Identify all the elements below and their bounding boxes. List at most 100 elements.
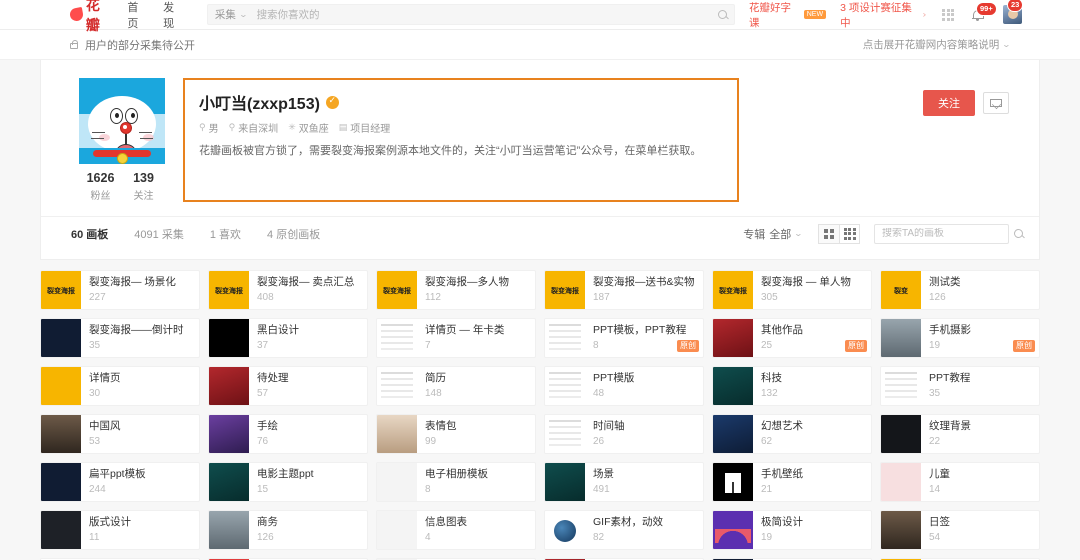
board-meta: 裂变海报——倒计时35 — [81, 319, 199, 357]
board-card[interactable]: 时间轴26 — [544, 414, 704, 454]
board-card[interactable]: 详情页30 — [40, 366, 200, 406]
promo-link-contests[interactable]: 3 项设计赛征集中 › — [840, 0, 926, 30]
board-meta: 场景491 — [585, 463, 703, 501]
board-card[interactable]: 裂变海报裂变海报 — 单人物305 — [712, 270, 872, 310]
tab-pins[interactable]: 4091 采集 — [134, 226, 184, 242]
board-card[interactable]: 手机摄影19原创 — [880, 318, 1040, 358]
policy-expand-link[interactable]: 点击展开花瓣网内容策略说明 ⌄ — [863, 37, 1010, 52]
board-card[interactable]: 裂变海报裂变海报— 场景化227 — [40, 270, 200, 310]
board-card[interactable]: PPT模板，PPT教程8原创 — [544, 318, 704, 358]
lock-icon — [70, 43, 78, 49]
grid-large-icon — [824, 229, 834, 239]
user-menu-button[interactable]: 23 — [1003, 5, 1022, 24]
board-meta: 黑白设计37 — [249, 319, 367, 357]
board-pin-count: 244 — [89, 484, 193, 495]
board-card[interactable]: 简历148 — [376, 366, 536, 406]
board-card[interactable]: 扁平ppt模板 244 — [40, 462, 200, 502]
board-card[interactable]: 儿童14 — [880, 462, 1040, 502]
board-card[interactable]: 中国风53 — [40, 414, 200, 454]
board-title: 电影主题ppt — [257, 468, 361, 481]
search-icon[interactable] — [1014, 229, 1023, 238]
site-logo[interactable]: 花瓣 — [70, 0, 113, 35]
board-card[interactable]: 裂变海报裂变海报—送书&实物187 — [544, 270, 704, 310]
board-card[interactable]: 裂变海报——倒计时35 — [40, 318, 200, 358]
board-title: 详情页 — 年卡类 — [425, 324, 529, 337]
board-title: 扁平ppt模板 — [89, 468, 193, 481]
board-card[interactable]: 科技132 — [712, 366, 872, 406]
board-card[interactable]: 表情包99 — [376, 414, 536, 454]
board-card[interactable]: 商务126 — [208, 510, 368, 550]
search-input[interactable] — [257, 9, 718, 21]
board-thumbnail — [209, 463, 249, 502]
board-meta: 详情页 — 年卡类7 — [417, 319, 535, 357]
original-badge: 原创 — [677, 340, 699, 352]
board-meta: 测试类126 — [921, 271, 1039, 309]
view-mode-small-button[interactable] — [839, 224, 860, 244]
follow-button[interactable]: 关注 — [923, 90, 975, 116]
board-grid: 裂变海报裂变海报— 场景化227裂变海报裂变海报— 卖点汇总408裂变海报裂变海… — [40, 260, 1040, 560]
board-title: 信息图表 — [425, 516, 529, 529]
board-title: 商务 — [257, 516, 361, 529]
promo2-label: 3 项设计赛征集中 — [840, 0, 920, 30]
chevron-down-icon: ⌄ — [1002, 40, 1011, 49]
board-meta: 商务126 — [249, 511, 367, 549]
board-card[interactable]: 手绘76 — [208, 414, 368, 454]
board-card[interactable]: GIF素材，动效82 — [544, 510, 704, 550]
profile-avatar[interactable] — [79, 78, 165, 164]
board-search[interactable] — [874, 224, 1009, 244]
view-mode-large-button[interactable] — [818, 224, 839, 244]
board-card[interactable]: 裂变测试类126 — [880, 270, 1040, 310]
search-icon[interactable] — [718, 10, 727, 19]
board-card[interactable]: 裂变海报裂变海报—多人物112 — [376, 270, 536, 310]
board-card[interactable]: PPT模版48 — [544, 366, 704, 406]
board-card[interactable]: 日签54 — [880, 510, 1040, 550]
tab-boards[interactable]: 60 画板 — [71, 226, 108, 242]
board-meta: 手绘76 — [249, 415, 367, 453]
message-button[interactable] — [983, 92, 1009, 114]
board-card[interactable]: 极简设计19 — [712, 510, 872, 550]
board-card[interactable]: 其他作品25原创 — [712, 318, 872, 358]
board-meta: 待处理57 — [249, 367, 367, 405]
board-thumbnail — [377, 367, 417, 406]
board-card[interactable]: 待处理57 — [208, 366, 368, 406]
nav-item-home[interactable]: 首页 — [127, 0, 149, 31]
board-search-input[interactable] — [882, 228, 1014, 239]
board-card[interactable]: 纹理背景22 — [880, 414, 1040, 454]
board-pin-count: 37 — [257, 340, 361, 351]
board-card[interactable]: 裂变海报裂变海报— 卖点汇总408 — [208, 270, 368, 310]
new-badge: NEW — [804, 10, 826, 19]
nav-item-discover[interactable]: 发现 — [163, 0, 185, 31]
grid-apps-icon[interactable] — [942, 9, 954, 21]
tab-likes[interactable]: 1 喜欢 — [210, 226, 241, 242]
page-body: 1626 粉丝 139 关注 小叮当(zxxp153) ⚲ — [0, 60, 1080, 560]
verified-badge-icon — [326, 96, 339, 109]
board-card[interactable]: 电影主题ppt15 — [208, 462, 368, 502]
board-card[interactable]: 场景491 — [544, 462, 704, 502]
stat-following[interactable]: 139 关注 — [122, 171, 165, 202]
global-search[interactable]: 采集 ⌄ — [207, 4, 735, 25]
board-card[interactable]: 详情页 — 年卡类7 — [376, 318, 536, 358]
board-thumbnail — [881, 415, 921, 454]
board-card[interactable]: 版式设计11 — [40, 510, 200, 550]
promo-link-calligraphy[interactable]: 花瓣好字课 NEW — [749, 0, 826, 30]
stat-followers[interactable]: 1626 粉丝 — [79, 171, 122, 202]
grid-small-icon — [844, 228, 856, 240]
tab-original-boards[interactable]: 4 原创画板 — [267, 226, 320, 242]
search-category-selector[interactable]: 采集 ⌄ — [215, 7, 247, 22]
board-title: 手机摄影 — [929, 324, 1033, 337]
board-card[interactable]: 电子相册模板8 — [376, 462, 536, 502]
board-pin-count: 187 — [593, 292, 697, 303]
board-card[interactable]: 信息图表4 — [376, 510, 536, 550]
board-card[interactable]: 黑白设计37 — [208, 318, 368, 358]
board-thumbnail: 裂变 — [881, 271, 921, 310]
board-title: 其他作品 — [761, 324, 865, 337]
notifications-button[interactable]: 99+ — [972, 9, 983, 20]
board-card[interactable]: PPT教程35 — [880, 366, 1040, 406]
search-category-label: 采集 — [215, 7, 236, 22]
board-card[interactable]: 手机壁纸21 — [712, 462, 872, 502]
board-thumbnail — [881, 463, 921, 502]
board-card[interactable]: 幻想艺术62 — [712, 414, 872, 454]
album-filter[interactable]: 专辑 全部 ⌄ — [743, 226, 802, 242]
board-title: PPT模板，PPT教程 — [593, 324, 697, 337]
meta-gender-label: 男 — [209, 120, 219, 135]
